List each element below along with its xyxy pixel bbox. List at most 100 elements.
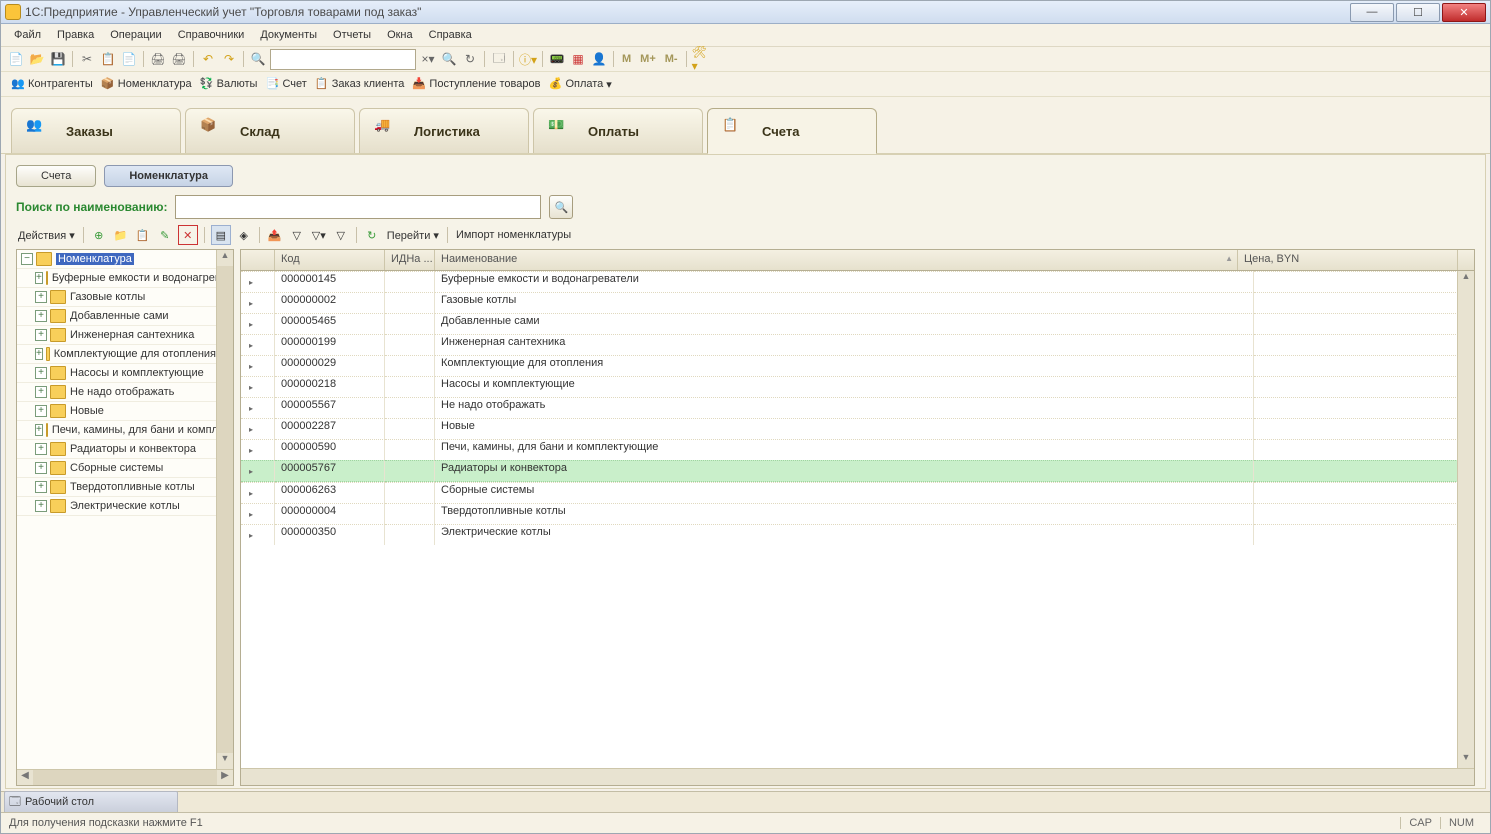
row-expand[interactable]: ▸: [241, 503, 275, 524]
paste-icon[interactable]: 📄: [120, 50, 138, 68]
mode-tree-icon[interactable]: ◈: [235, 226, 253, 244]
move-icon[interactable]: 📤: [266, 226, 284, 244]
tree-item[interactable]: +Печи, камины, для бани и комплектующие: [17, 421, 216, 440]
row-expand[interactable]: ▸: [241, 292, 275, 313]
th-code[interactable]: Код: [275, 250, 385, 270]
row-expand[interactable]: ▸: [241, 460, 275, 482]
task-desktop[interactable]: 🗔 Рабочий стол: [4, 791, 178, 814]
quick-nomenklatura[interactable]: 📦Номенклатура: [101, 77, 192, 91]
tree-item[interactable]: +Электрические котлы: [17, 497, 216, 516]
edit-icon[interactable]: ✎: [156, 226, 174, 244]
expand-icon[interactable]: +: [35, 405, 47, 417]
row-expand[interactable]: ▸: [241, 355, 275, 376]
menu-edit[interactable]: Правка: [50, 27, 101, 43]
section-tab-payments[interactable]: 💵 Оплаты: [533, 108, 703, 153]
search-button[interactable]: 🔍: [549, 195, 573, 219]
th-idname[interactable]: ИДНа ...: [385, 250, 435, 270]
memory-m[interactable]: M: [619, 51, 634, 67]
tree-list[interactable]: −Номенклатура+Буферные емкости и водонаг…: [17, 250, 216, 769]
goto-menu[interactable]: Перейти ▾: [385, 229, 441, 242]
row-expand[interactable]: ▸: [241, 482, 275, 503]
tree-item[interactable]: +Комплектующие для отопления: [17, 345, 216, 364]
section-tab-orders[interactable]: 👥 Заказы: [11, 108, 181, 153]
tree-item[interactable]: +Добавленные сами: [17, 307, 216, 326]
row-expand[interactable]: ▸: [241, 271, 275, 292]
mode-list-icon[interactable]: ▤: [211, 225, 231, 245]
expand-icon[interactable]: +: [35, 500, 47, 512]
quick-oplata[interactable]: 💰Оплата ▾: [548, 77, 611, 91]
expand-icon[interactable]: +: [35, 462, 47, 474]
maximize-button[interactable]: ☐: [1396, 3, 1440, 22]
tree-item[interactable]: +Сборные системы: [17, 459, 216, 478]
row-expand[interactable]: ▸: [241, 334, 275, 355]
expand-icon[interactable]: +: [35, 272, 43, 284]
new-icon[interactable]: 📄: [7, 50, 25, 68]
quick-zakaz-klienta[interactable]: 📋Заказ клиента: [315, 77, 405, 91]
actions-menu[interactable]: Действия ▾: [16, 229, 77, 242]
tree-item[interactable]: +Буферные емкости и водонагреватели: [17, 269, 216, 288]
undo-icon[interactable]: ↶: [199, 50, 217, 68]
menu-documents[interactable]: Документы: [253, 27, 324, 43]
section-tab-stock[interactable]: 📦 Склад: [185, 108, 355, 153]
row-expand[interactable]: ▸: [241, 524, 275, 545]
table-vscrollbar[interactable]: ▲ ▼: [1457, 271, 1474, 768]
memory-mminus[interactable]: M-: [662, 51, 681, 67]
th-name[interactable]: Наименование▲: [435, 250, 1238, 270]
row-expand[interactable]: ▸: [241, 439, 275, 460]
search-input[interactable]: [175, 195, 541, 219]
tree-item[interactable]: +Радиаторы и конвектора: [17, 440, 216, 459]
expand-icon[interactable]: +: [35, 367, 47, 379]
menu-reports[interactable]: Отчеты: [326, 27, 378, 43]
expand-icon[interactable]: +: [35, 291, 47, 303]
calendar-icon[interactable]: ▦: [569, 50, 587, 68]
filter-nav-icon[interactable]: ↻: [461, 50, 479, 68]
copy-item-icon[interactable]: 📋: [134, 226, 152, 244]
expand-icon[interactable]: +: [35, 310, 47, 322]
row-expand[interactable]: ▸: [241, 397, 275, 418]
table-body[interactable]: ▸000000145Буферные емкости и водонагрева…: [241, 271, 1474, 545]
import-button[interactable]: Импорт номенклатуры: [454, 229, 573, 241]
expand-icon[interactable]: +: [35, 386, 47, 398]
expand-icon[interactable]: +: [35, 424, 43, 436]
refresh-icon[interactable]: ↻: [363, 226, 381, 244]
tree-item[interactable]: +Инженерная сантехника: [17, 326, 216, 345]
copy-icon[interactable]: 📋: [99, 50, 117, 68]
close-button[interactable]: ✕: [1442, 3, 1486, 22]
subtab-invoices[interactable]: Счета: [16, 165, 96, 187]
filter-icon[interactable]: ▽: [288, 226, 306, 244]
tree-item[interactable]: +Новые: [17, 402, 216, 421]
toolbar-search-input[interactable]: [270, 49, 416, 70]
tree-item[interactable]: +Не надо отображать: [17, 383, 216, 402]
zoom-icon[interactable]: 🔍: [440, 50, 458, 68]
redo-icon[interactable]: ↷: [220, 50, 238, 68]
window-icon[interactable]: 🗔: [490, 50, 508, 68]
section-tab-logistics[interactable]: 🚚 Логистика: [359, 108, 529, 153]
scroll-down-icon[interactable]: ▼: [217, 753, 233, 769]
tree-vscrollbar[interactable]: ▲ ▼: [216, 250, 233, 769]
filter-clear-icon[interactable]: ▽: [332, 226, 350, 244]
expand-icon[interactable]: +: [35, 329, 47, 341]
search-icon[interactable]: 🔍: [249, 50, 267, 68]
tree-root[interactable]: −Номенклатура: [17, 250, 216, 269]
row-expand[interactable]: ▸: [241, 313, 275, 334]
menu-operations[interactable]: Операции: [103, 27, 168, 43]
calc-icon[interactable]: 📟: [548, 50, 566, 68]
filter-settings-icon[interactable]: ▽▾: [310, 226, 328, 244]
scroll-right-icon[interactable]: ▶: [217, 770, 233, 786]
menu-references[interactable]: Справочники: [171, 27, 252, 43]
row-expand[interactable]: ▸: [241, 376, 275, 397]
scroll-down-icon[interactable]: ▼: [1458, 752, 1474, 768]
expand-icon[interactable]: +: [35, 348, 43, 360]
cut-icon[interactable]: ✂: [78, 50, 96, 68]
tree-hscrollbar[interactable]: ◀ ▶: [17, 769, 233, 786]
tree-item[interactable]: +Газовые котлы: [17, 288, 216, 307]
expand-icon[interactable]: +: [35, 481, 47, 493]
quick-schet[interactable]: 📑Счет: [265, 77, 306, 91]
scroll-up-icon[interactable]: ▲: [217, 250, 233, 266]
expand-icon[interactable]: +: [35, 443, 47, 455]
scroll-left-icon[interactable]: ◀: [17, 770, 33, 786]
add-icon[interactable]: ⊕: [90, 226, 108, 244]
section-tab-invoices[interactable]: 📋 Счета: [707, 108, 877, 154]
save-icon[interactable]: 💾: [49, 50, 67, 68]
memory-mplus[interactable]: M+: [637, 51, 659, 67]
